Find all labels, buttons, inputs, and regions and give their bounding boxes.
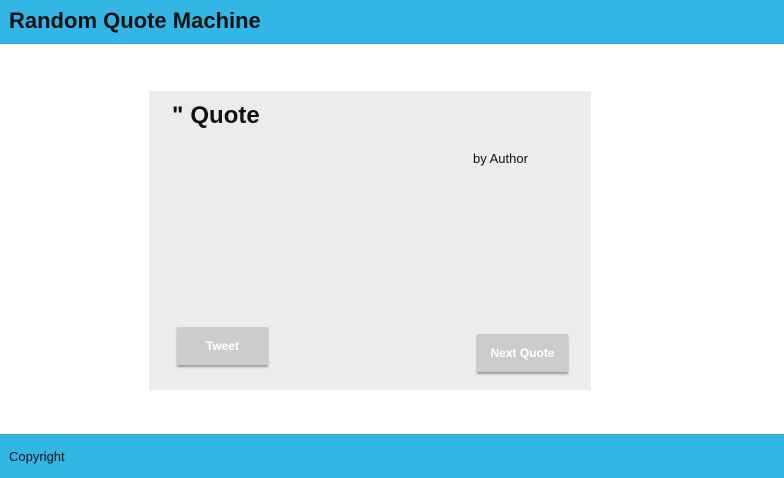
copyright-text: Copyright bbox=[9, 449, 65, 464]
app-header: Random Quote Machine bbox=[0, 0, 784, 44]
app-footer: Copyright bbox=[0, 434, 784, 478]
tweet-button[interactable]: Tweet bbox=[177, 327, 268, 365]
next-quote-button[interactable]: Next Quote bbox=[477, 334, 568, 372]
quote-text-line: " Quote bbox=[172, 102, 260, 130]
author-name: Author bbox=[489, 151, 528, 166]
app-title: Random Quote Machine bbox=[9, 8, 261, 33]
quote-text: Quote bbox=[190, 102, 260, 129]
quote-card: " Quote by Author Tweet Next Quote bbox=[149, 91, 591, 390]
author-line: by Author bbox=[473, 151, 528, 167]
quote-mark-icon: " bbox=[172, 102, 184, 129]
author-prefix: by bbox=[473, 151, 487, 166]
